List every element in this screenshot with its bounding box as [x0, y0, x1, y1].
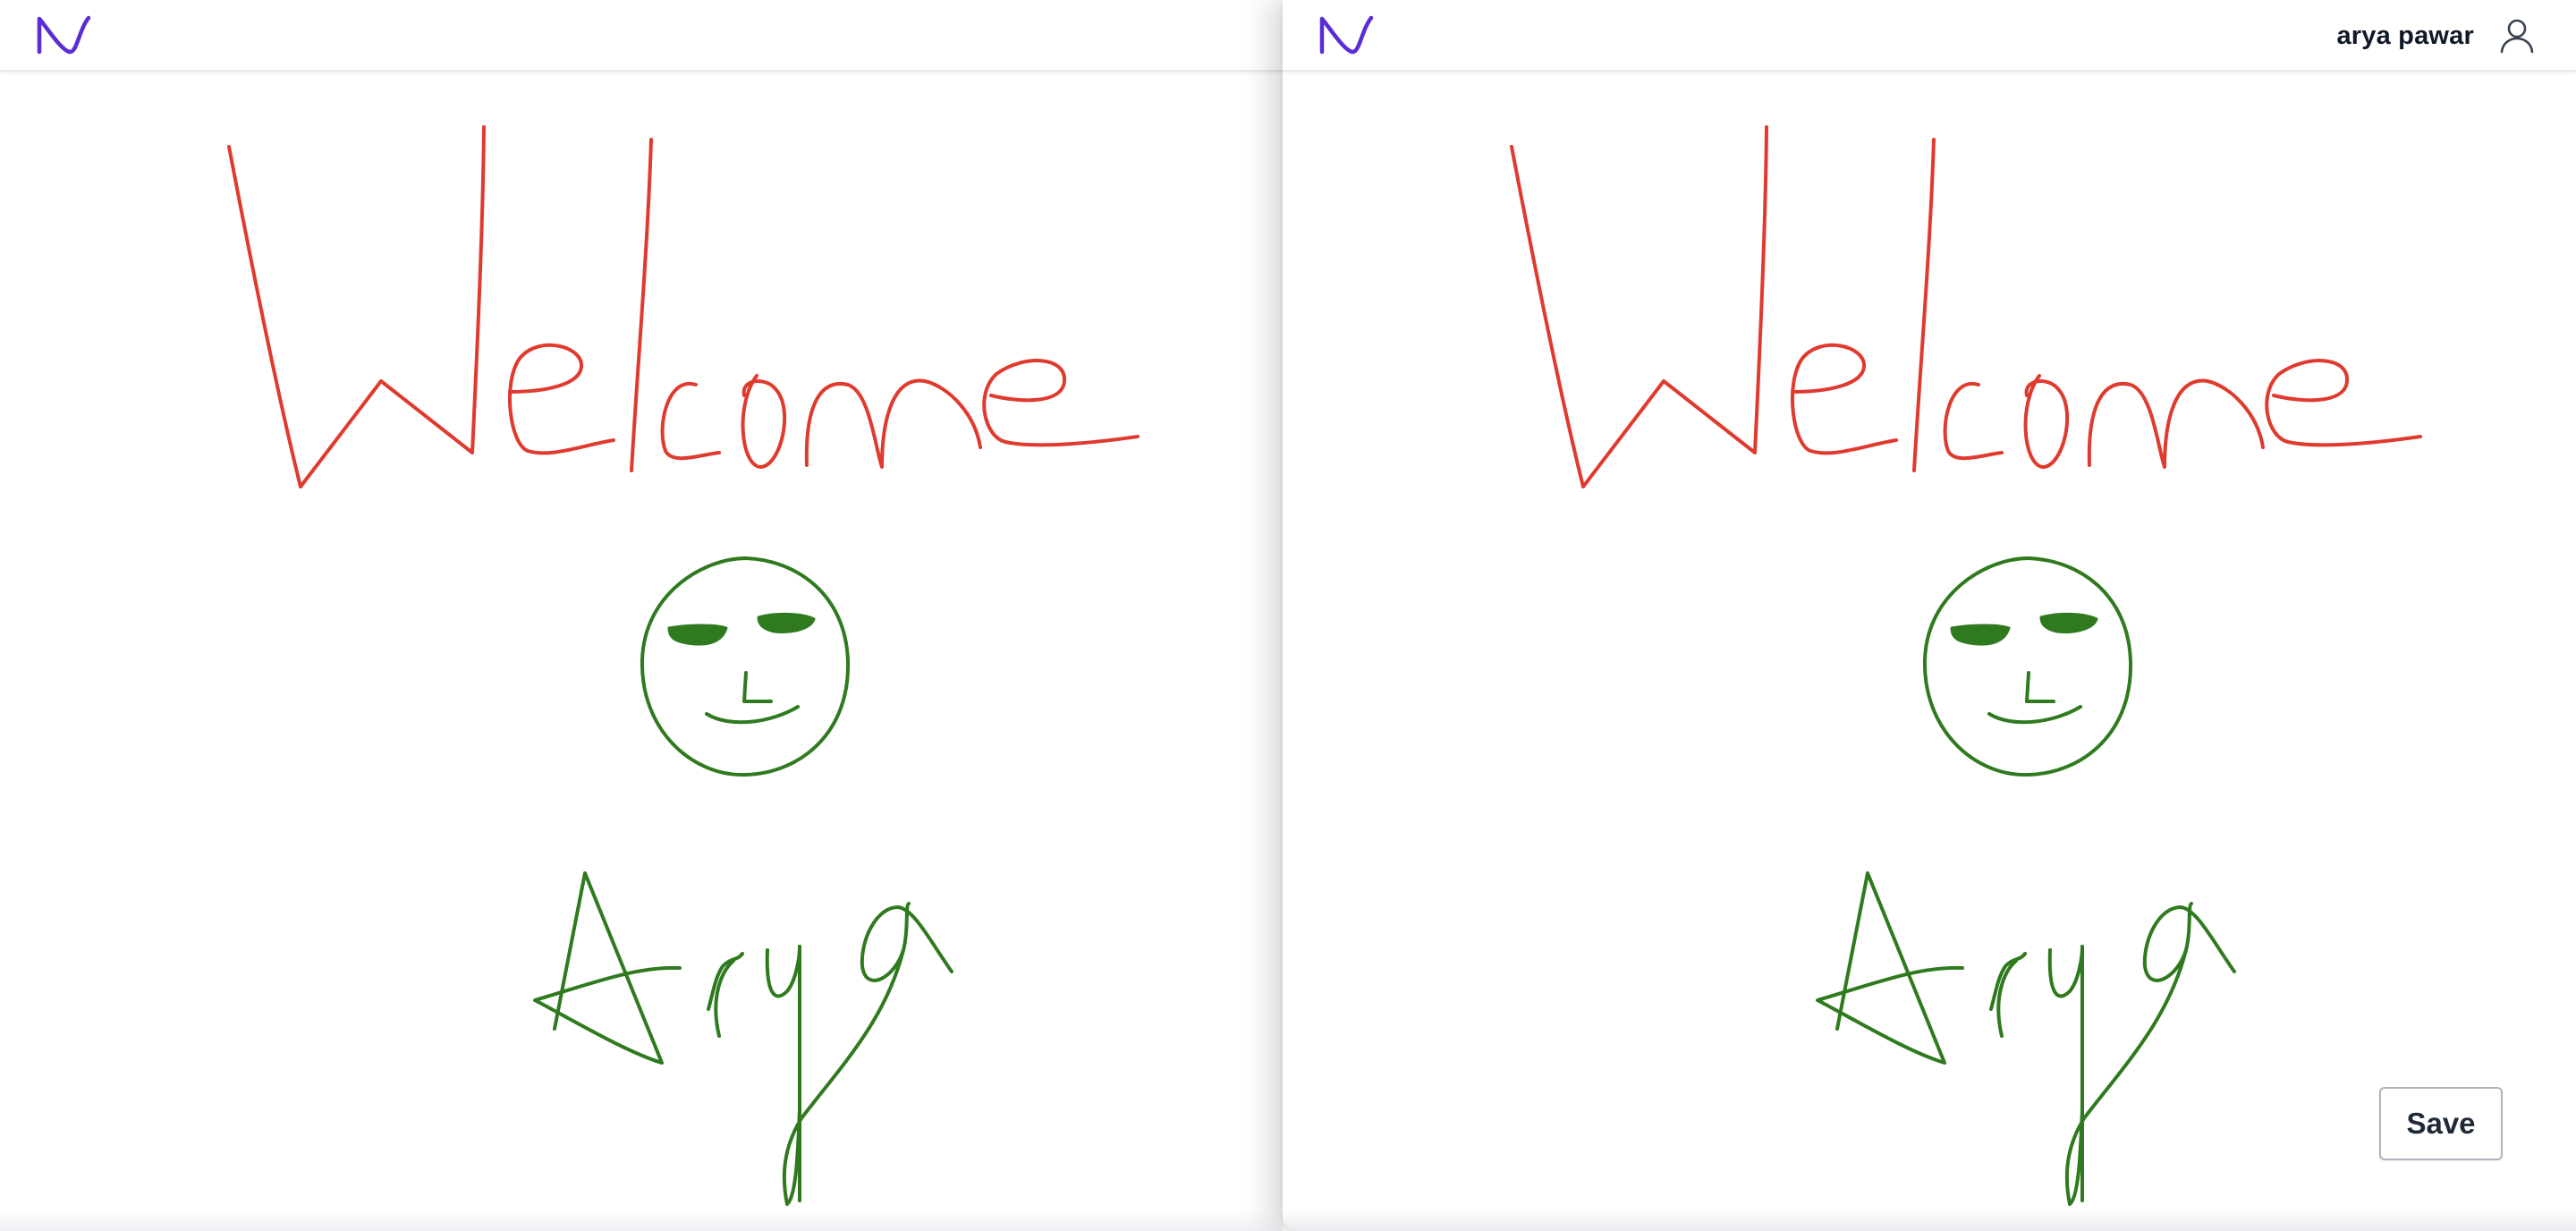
save-button[interactable]: Save	[2379, 1087, 2503, 1160]
n-logo-icon[interactable]	[34, 13, 93, 57]
n-logo-icon[interactable]	[1317, 13, 1376, 57]
drawing-canvas[interactable]	[1283, 73, 2576, 1231]
left-window	[0, 0, 1283, 1231]
user-name: arya pawar	[2336, 21, 2474, 50]
screen: arya pawar Save	[0, 0, 2576, 1231]
drawing-strokes	[1510, 125, 2422, 1206]
right-window: arya pawar	[1283, 0, 2576, 1231]
navbar: arya pawar	[1283, 0, 2576, 72]
user-menu[interactable]: arya pawar	[2336, 13, 2535, 59]
drawing-canvas[interactable]	[0, 73, 1283, 1231]
navbar	[0, 0, 1283, 72]
drawing-strokes	[227, 125, 1140, 1206]
user-icon[interactable]	[2499, 18, 2535, 54]
